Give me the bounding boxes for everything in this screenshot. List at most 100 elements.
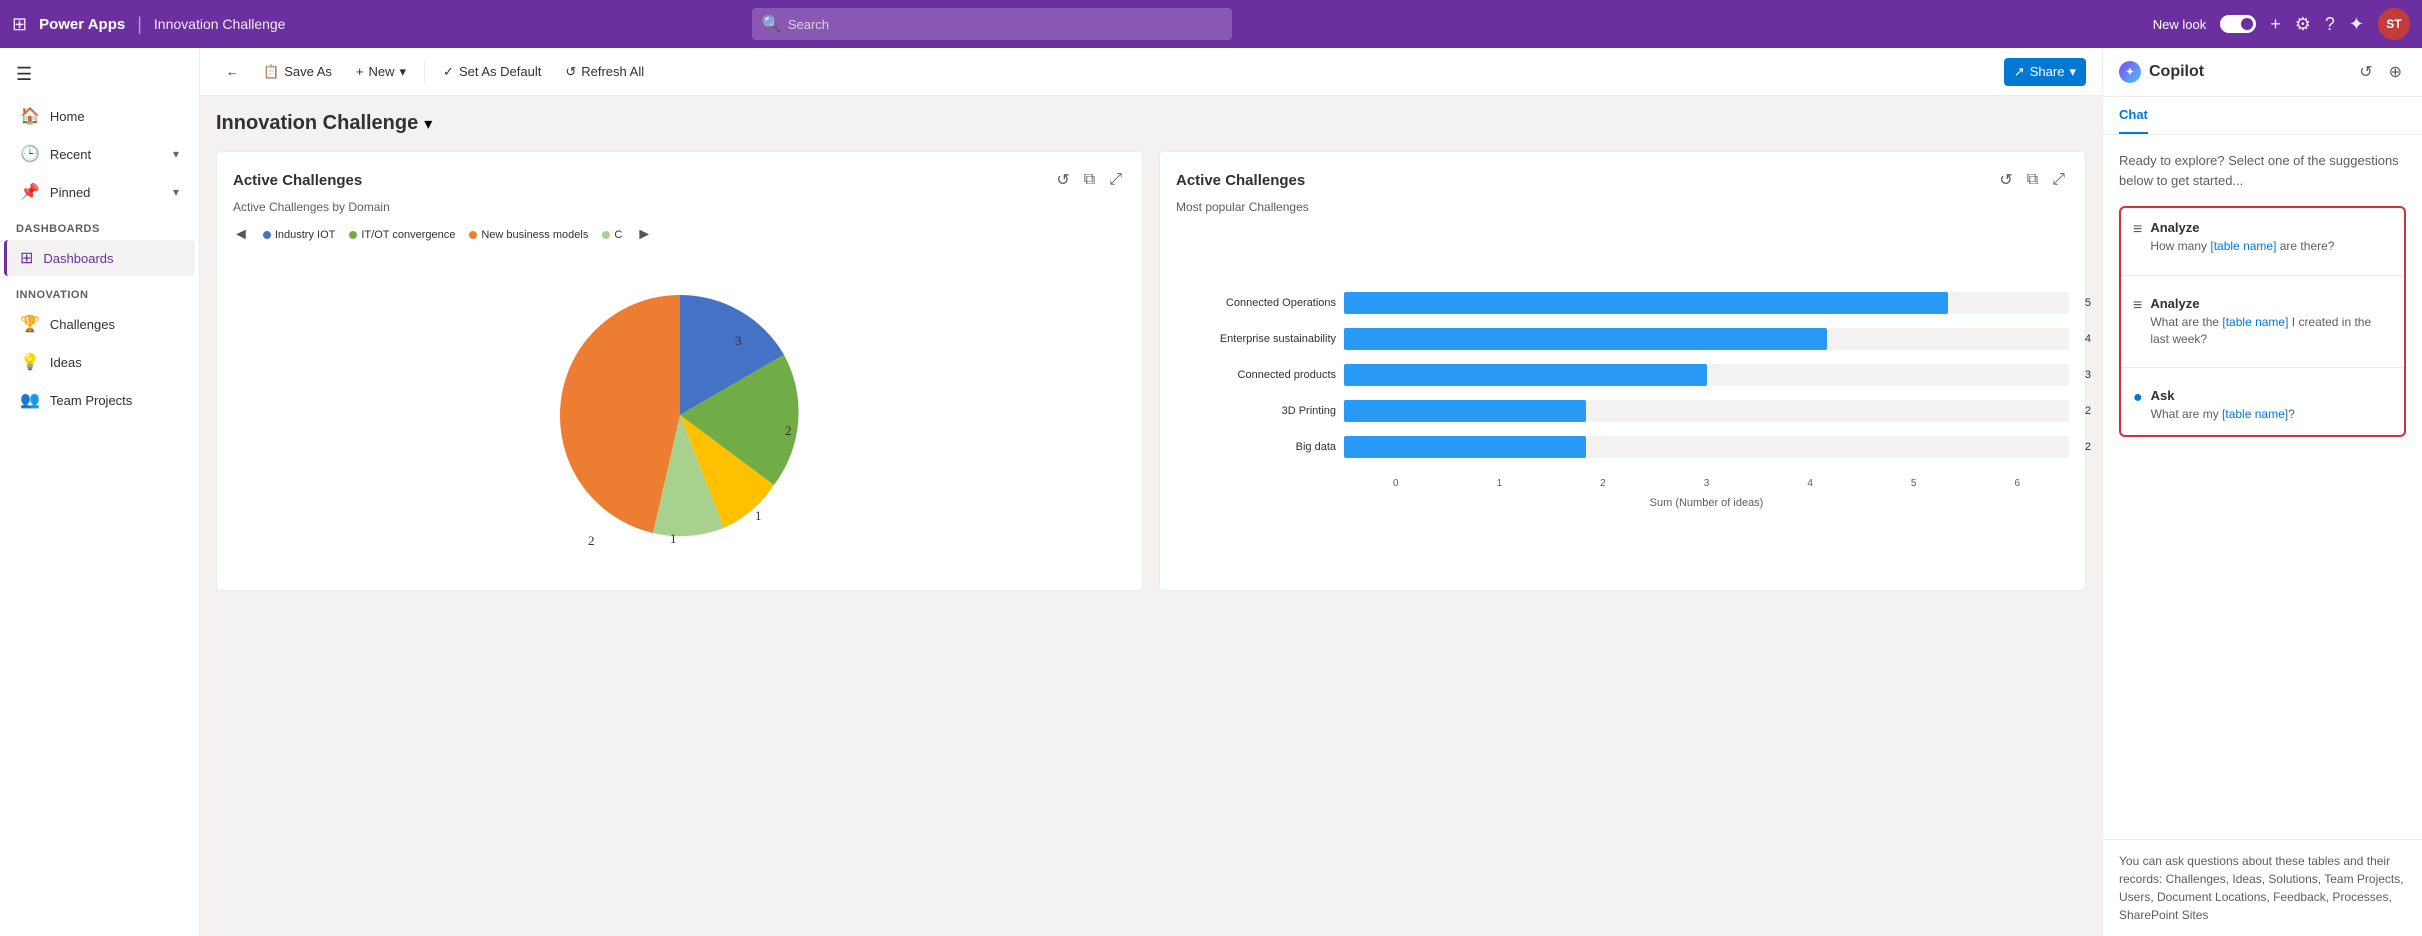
new-icon: + [356,64,364,79]
bar-chart-container: Connected Operations5Enterprise sustaina… [1176,226,2069,574]
new-look-toggle[interactable] [2220,15,2256,33]
copilot-body: Ready to explore? Select one of the sugg… [2103,135,2422,839]
help-icon[interactable]: ? [2325,14,2335,35]
copilot-panel: ✦ Copilot ↺ ⊕ Chat Ready to explore? Sel… [2102,48,2422,936]
save-as-button[interactable]: 📋 Save As [253,58,342,86]
bar-row: Connected Operations5 [1176,292,2069,314]
copilot-refresh-button[interactable]: ↺ [2355,60,2376,84]
copilot-logo: ✦ [2119,61,2141,83]
add-icon[interactable]: + [2270,14,2281,35]
sidebar-item-label: Recent [50,147,91,162]
suggestion-3-link[interactable]: [table name] [2222,407,2288,421]
bar-card-subtitle: Most popular Challenges [1176,200,2069,214]
axis-tick-4: 4 [1758,478,1862,489]
copilot-header-actions: ↺ ⊕ [2355,60,2406,84]
legend-dot-1 [263,231,271,239]
pie-copy-button[interactable]: ⧉ [1080,168,1099,192]
bar-copy-button[interactable]: ⧉ [2023,168,2042,192]
bar-row: Big data2 [1176,436,2069,458]
sidebar-item-pinned[interactable]: 📌 Pinned ▾ [4,174,195,210]
ideas-icon: 💡 [20,352,40,372]
bar-expand-button[interactable]: ⤢ [2048,168,2069,192]
suggestion-2[interactable]: ≡ Analyze What are the [table name] I cr… [2121,284,2404,360]
copilot-tab-chat[interactable]: Chat [2119,97,2148,134]
search-input[interactable] [788,17,1222,32]
legend-item-4: C [602,229,622,241]
new-button[interactable]: + New ▾ [346,58,416,86]
bar-value-label: 4 [2085,333,2091,345]
nav-divider: | [137,14,142,35]
bar-track: 3 [1344,364,2069,386]
bar-fill [1344,400,1586,422]
pie-expand-button[interactable]: ⤢ [1105,168,1126,192]
copilot-footer: You can ask questions about these tables… [2103,839,2422,936]
share-button[interactable]: ↗ Share ▾ [2004,58,2086,86]
grid-icon[interactable]: ⊞ [12,14,27,35]
sidebar-item-dashboards[interactable]: ⊞ Dashboards [4,240,195,276]
sidebar-item-label: Ideas [50,355,82,370]
set-default-label: Set As Default [459,64,541,79]
copilot-icon[interactable]: ✦ [2349,14,2364,35]
bar-value-label: 3 [2085,369,2091,381]
sidebar-item-home[interactable]: 🏠 Home [4,98,195,134]
sidebar-item-ideas[interactable]: 💡 Ideas [4,344,195,380]
analyze-icon-1: ≡ [2133,221,2142,239]
legend-next-icon[interactable]: ► [636,226,652,244]
dashboard-icon: ⊞ [20,248,33,268]
pie-legend: ◄ Industry IOT IT/OT convergence New bus… [233,226,1126,244]
top-nav-right: New look + ⚙ ? ✦ ST [2153,8,2410,40]
bar-row: 3D Printing2 [1176,400,2069,422]
nav-page-title: Innovation Challenge [154,16,286,32]
back-icon: ← [226,64,239,79]
suggestion-3-content: Ask What are my [table name]? [2151,388,2392,423]
refresh-all-label: Refresh All [581,64,644,79]
set-default-button[interactable]: ✓ Set As Default [433,58,551,86]
refresh-icon: ↺ [565,64,576,80]
bar-track: 4 [1344,328,2069,350]
suggestion-3[interactable]: ● Ask What are my [table name]? [2121,376,2404,435]
search-bar[interactable]: 🔍 [752,8,1232,40]
legend-item-1: Industry IOT [263,229,336,241]
suggestion-2-link[interactable]: [table name] [2222,315,2288,329]
copilot-intro: Ready to explore? Select one of the sugg… [2119,151,2406,190]
suggestion-divider-1 [2121,275,2404,276]
page-header-chevron-icon[interactable]: ▾ [424,114,432,134]
main-layout: ☰ 🏠 Home 🕒 Recent ▾ 📌 Pinned ▾ Dashboard… [0,48,2422,936]
sidebar-item-challenges[interactable]: 🏆 Challenges [4,306,195,342]
sidebar-item-recent[interactable]: 🕒 Recent ▾ [4,136,195,172]
check-icon: ✓ [443,64,454,80]
bar-card-header: Active Challenges ↺ ⧉ ⤢ [1176,168,2069,192]
new-label: New [368,64,394,79]
legend-prev-icon[interactable]: ◄ [233,226,249,244]
bar-value-label: 5 [2085,297,2091,309]
svg-text:1: 1 [670,531,677,545]
suggestion-1-link[interactable]: [table name] [2210,239,2276,253]
app-name: Power Apps [39,16,125,33]
bar-chart-card: Active Challenges ↺ ⧉ ⤢ Most popular Cha… [1159,151,2086,591]
avatar[interactable]: ST [2378,8,2410,40]
sidebar-item-label: Pinned [50,185,90,200]
back-button[interactable]: ← [216,58,249,85]
suggestion-1-title: Analyze [2150,220,2392,235]
suggestion-1[interactable]: ≡ Analyze How many [table name] are ther… [2121,208,2404,267]
chevron-down-icon: ▾ [173,185,179,199]
pie-refresh-button[interactable]: ↺ [1052,168,1073,192]
suggestion-1-text: How many [table name] are there? [2150,238,2392,255]
legend-item-2: IT/OT convergence [349,229,455,241]
bar-refresh-button[interactable]: ↺ [1995,168,2016,192]
save-as-label: Save As [284,64,332,79]
copilot-settings-button[interactable]: ⊕ [2385,60,2406,84]
toolbar: ← 📋 Save As + New ▾ ✓ Set As Default ↺ R… [200,48,2102,96]
bar-x-axis: 0 1 2 3 4 5 6 [1344,478,2069,489]
suggestion-1-content: Analyze How many [table name] are there? [2150,220,2392,255]
search-icon: 🔍 [762,14,782,34]
axis-tick-6: 6 [1965,478,2069,489]
save-icon: 📋 [263,64,279,80]
settings-icon[interactable]: ⚙ [2295,14,2311,35]
refresh-all-button[interactable]: ↺ Refresh All [555,58,654,86]
share-chevron-icon: ▾ [2069,64,2076,80]
suggestion-3-text: What are my [table name]? [2151,406,2392,423]
axis-tick-0: 0 [1344,478,1448,489]
sidebar-item-team-projects[interactable]: 👥 Team Projects [4,382,195,418]
hamburger-icon[interactable]: ☰ [0,56,199,97]
